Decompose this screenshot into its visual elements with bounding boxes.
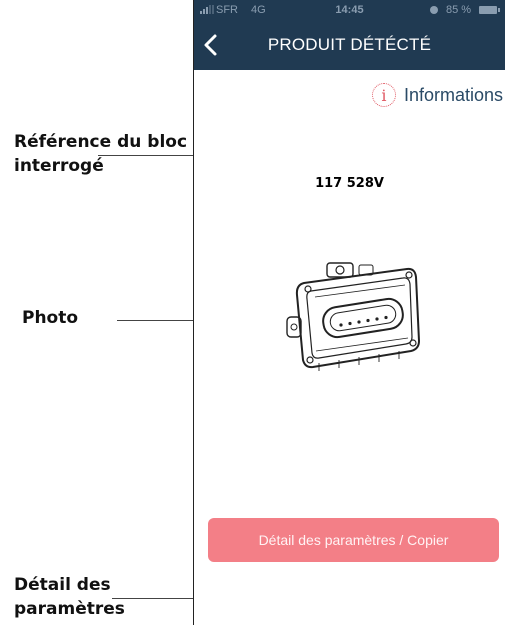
page-title: PRODUIT DÉTÉCTÉ xyxy=(267,35,432,54)
product-reference: 117 528V xyxy=(315,176,384,191)
phone-screen: SFR 4G 14:45 85 % PRODUIT DÉTÉCTÉ i Info… xyxy=(194,0,505,625)
battery-icon xyxy=(479,6,500,14)
informations-link[interactable]: i Informations xyxy=(371,83,503,107)
parameter-details-copy-button[interactable]: Détail des paramètres / Copier xyxy=(208,518,499,562)
product-photo xyxy=(286,262,420,371)
reference-callout-line2: interrogé xyxy=(14,156,104,176)
detail-callout: Détail des paramètres xyxy=(14,573,125,621)
reference-callout-line1: Référence du bloc xyxy=(14,132,188,152)
reference-callout: Référence du bloc interrogé xyxy=(14,130,187,178)
alarm-icon xyxy=(430,6,438,14)
status-bar: SFR 4G 14:45 85 % xyxy=(194,0,505,20)
detail-callout-line1: Détail des xyxy=(14,575,111,595)
battery-percent: 85 % xyxy=(446,4,472,16)
info-icon: i xyxy=(371,83,396,107)
navigation-bar: PRODUIT DÉTÉCTÉ xyxy=(194,20,505,70)
photo-callout-leader xyxy=(117,320,194,321)
photo-callout: Photo xyxy=(22,308,79,328)
documentation-page: Référence du bloc interrogé Photo Détail… xyxy=(0,0,505,625)
reference-callout-leader xyxy=(98,155,194,156)
detail-callout-line2: paramètres xyxy=(14,599,125,619)
informations-label: Informations xyxy=(403,84,503,105)
